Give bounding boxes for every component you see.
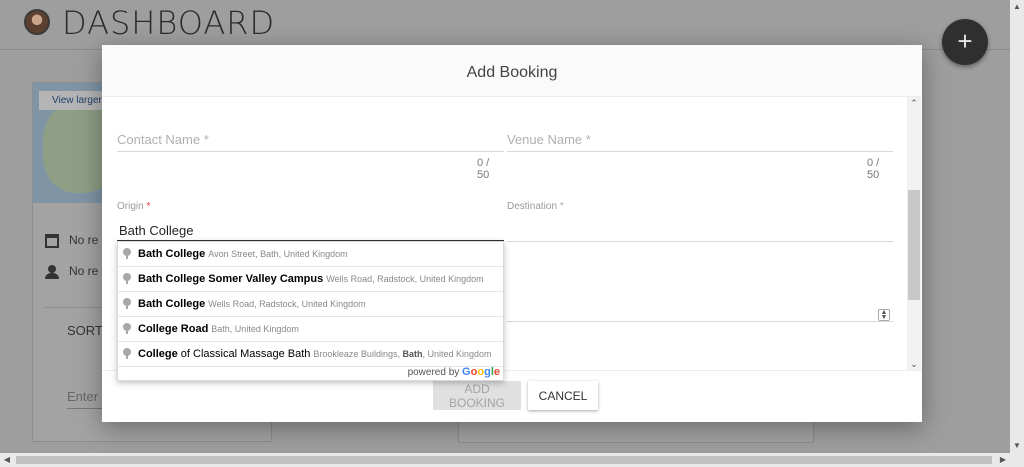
dialog-title: Add Booking [466, 64, 558, 81]
dialog-scroll-thumb[interactable] [908, 190, 920, 300]
destination-input[interactable] [507, 241, 893, 242]
person-row-text: No re [69, 264, 99, 278]
map-pin-icon [123, 348, 131, 359]
google-logo: Google [462, 366, 500, 378]
page-vertical-scrollbar[interactable]: ▲ ▼ [1010, 0, 1024, 453]
page-horizontal-scrollbar[interactable]: ◀ ▶ [0, 453, 1024, 467]
dialog-header: Add Booking [102, 45, 922, 97]
origin-input[interactable] [117, 220, 504, 242]
scroll-down-icon[interactable]: ▼ [1010, 439, 1024, 453]
destination-label: Destination * [507, 201, 564, 212]
top-bar: DASHBOARD [0, 0, 1010, 50]
date-row-text: No re [69, 233, 99, 247]
add-fab-button[interactable]: + [942, 19, 988, 65]
autocomplete-item[interactable]: Bath College Avon Street, Bath, United Ki… [118, 242, 503, 267]
sort-label: SORT [67, 323, 103, 338]
venue-name-label: Venue Name * [507, 132, 591, 147]
cancel-button[interactable]: CANCEL [528, 381, 598, 410]
scroll-left-icon[interactable]: ◀ [0, 453, 14, 467]
date-row: No re [45, 233, 98, 248]
contact-name-counter: 0 / 50 [477, 157, 490, 181]
map-pin-icon [123, 273, 131, 284]
autocomplete-item[interactable]: College of Classical Massage Bath Brookle… [118, 342, 503, 367]
powered-by-google: powered by Google [407, 366, 500, 378]
avatar[interactable] [24, 9, 50, 35]
add-booking-button[interactable]: ADD BOOKING [433, 381, 521, 410]
venue-name-underline [507, 151, 893, 152]
autocomplete-item[interactable]: Bath College Somer Valley Campus Wells Ro… [118, 267, 503, 292]
contact-name-label: Contact Name * [117, 132, 209, 147]
autocomplete-item[interactable]: Bath College Wells Road, Radstock, United… [118, 292, 503, 317]
map-pin-icon [123, 298, 131, 309]
venue-name-counter: 0 / 50 [867, 157, 880, 181]
contact-name-field[interactable]: Contact Name * 0 / 50 [117, 131, 504, 181]
scroll-up-icon[interactable]: ▲ [1010, 0, 1024, 14]
dialog-scroll-down-icon[interactable]: ⌄ [907, 358, 921, 370]
horizontal-scroll-thumb[interactable] [16, 456, 992, 464]
map-pin-icon [123, 323, 131, 334]
dialog-scrollbar[interactable]: ⌃ ⌄ [907, 97, 921, 370]
autocomplete-item[interactable]: College Road Bath, United Kingdom [118, 317, 503, 342]
autocomplete-dropdown: Bath College Avon Street, Bath, United Ki… [117, 241, 504, 381]
number-spinner-icon[interactable]: ▲ ▼ [878, 309, 890, 321]
calendar-icon [45, 233, 59, 248]
page-title: DASHBOARD [62, 4, 276, 42]
number-field[interactable] [507, 321, 893, 322]
person-icon [45, 264, 59, 279]
contact-name-underline [117, 151, 504, 152]
person-row: No re [45, 264, 98, 279]
origin-label: Origin * [117, 201, 151, 212]
dialog-scroll-up-icon[interactable]: ⌃ [907, 97, 921, 109]
venue-name-field[interactable]: Venue Name * 0 / 50 [507, 131, 893, 181]
map-pin-icon [123, 248, 131, 259]
scroll-right-icon[interactable]: ▶ [996, 453, 1010, 467]
